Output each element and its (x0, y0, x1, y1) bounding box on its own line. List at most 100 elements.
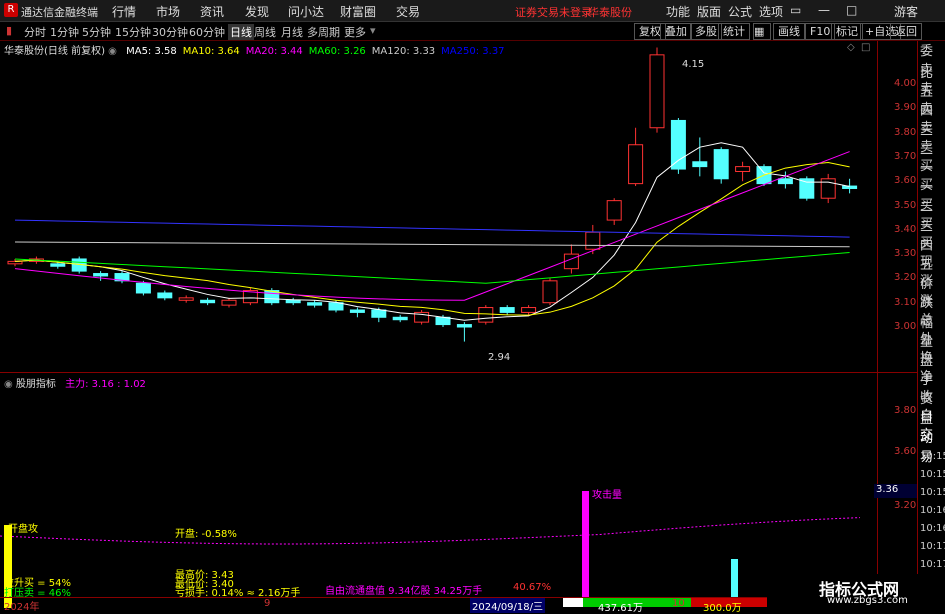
candle-body (307, 302, 323, 306)
menu-ask[interactable]: 问小达 (288, 3, 324, 20)
app-title: 通达信金融终端 (21, 6, 98, 19)
overlay-button[interactable]: 叠加 (660, 23, 692, 40)
candle-body (585, 231, 601, 250)
chart-title: 华泰股份(日线 前复权) (4, 46, 105, 57)
draw-line-button[interactable]: 画线 (773, 23, 805, 40)
candle-body (521, 307, 537, 313)
candle-body (735, 166, 751, 172)
candle-body (456, 324, 472, 328)
candles-layer (7, 47, 858, 342)
watermark-url: www.zbgs3.com (827, 595, 908, 606)
candle-body (628, 144, 644, 185)
user-label[interactable]: 游客 (894, 3, 918, 20)
period-toolbar: 分时 1分钟 5分钟 15分钟 30分钟 60分钟 日线 周线 月线 多周期 更… (0, 22, 945, 41)
menu-trade[interactable]: 交易 (396, 3, 420, 20)
menu-news[interactable]: 资讯 (200, 3, 224, 20)
restore-icon[interactable]: — (818, 3, 830, 17)
candle-body (478, 307, 494, 323)
candle-body (221, 299, 237, 306)
menu-market[interactable]: 市场 (156, 3, 180, 20)
menu-options[interactable]: 选项 (759, 3, 783, 20)
candle-body (178, 297, 194, 301)
price-axis-tick: 3.40 (894, 223, 917, 235)
candle-body (542, 280, 558, 304)
period-tab-more[interactable]: 更多 (344, 24, 366, 40)
date-axis-oct: 10 (672, 598, 685, 609)
kline-chart[interactable] (0, 41, 877, 609)
period-tab-15min[interactable]: 15分钟 (115, 24, 151, 40)
price-axis-tick: 3.20 (894, 272, 917, 284)
grid-icon[interactable]: ▦ (753, 23, 771, 40)
candle-body (563, 253, 579, 270)
indicator-line (0, 517, 861, 545)
date-axis-year: 2024年 (4, 602, 40, 613)
price-axis-tick: 4.00 (894, 78, 917, 89)
candle-body (777, 178, 793, 185)
back-button[interactable]: 返回 (890, 23, 922, 40)
period-tab-5min[interactable]: 5分钟 (82, 24, 111, 40)
indicator-cursor-value: 3.36 (874, 484, 917, 498)
volume-bar-small (731, 559, 738, 597)
ma120-line (14, 241, 850, 248)
period-tab-weekly[interactable]: 周线 (254, 24, 276, 40)
maximize-icon[interactable]: □ (846, 3, 857, 17)
menu-wealth[interactable]: 财富圈 (340, 3, 376, 20)
price-axis-tick: 3.10 (894, 296, 917, 308)
ma60-line (14, 251, 850, 284)
ma-legend-item: MA5: 3.58 (126, 46, 177, 57)
minimize-icon[interactable]: ▭ (790, 3, 801, 17)
float-share-ticker: 自由流通盘值 9.34亿股 34.25万手 (325, 586, 483, 597)
menu-discover[interactable]: 发现 (245, 3, 269, 20)
candle-body (50, 263, 66, 267)
price-axis-tick: 3.30 (894, 248, 917, 260)
more-dropdown-icon[interactable]: ▾ (370, 24, 376, 37)
trade-login-notice[interactable]: 证券交易未登录 (515, 4, 592, 20)
date-axis-sep: 9 (264, 598, 271, 609)
title-bar: R 通达信金融终端 行情 市场 资讯 发现 问小达 财富圈 交易 证券交易未登录… (0, 0, 945, 22)
attack-volume-bar (582, 491, 589, 597)
candle-body (157, 292, 173, 299)
candle-body (371, 309, 387, 318)
date-axis-cursor: 2024/09/18/三 (470, 598, 546, 613)
settings-icon[interactable]: ◉ (108, 46, 117, 57)
pane-separator (0, 372, 917, 373)
menu-formula[interactable]: 公式 (728, 3, 752, 20)
price-axis: 4.00 3.90 3.80 3.70 3.60 3.50 3.40 3.30 3.20 3.10… (877, 41, 917, 609)
price-axis-tick: 3.70 (894, 150, 917, 162)
menu-function[interactable]: 功能 (666, 3, 690, 20)
period-tab-timeshare[interactable]: 分时 (24, 24, 46, 40)
candle-body (670, 119, 686, 170)
period-tab-daily[interactable]: 日线 (228, 24, 254, 40)
attack-volume-label: 攻击量 (592, 490, 622, 501)
period-tab-monthly[interactable]: 月线 (281, 24, 303, 40)
indicator-axis-tick: 3.80 (894, 405, 917, 416)
indicator-title: 股朋指标 (15, 379, 56, 390)
expand-icon[interactable]: ◇ (847, 42, 855, 53)
candle-body (328, 302, 344, 311)
price-axis-tick: 3.90 (894, 102, 917, 114)
price-axis-tick: 3.80 (894, 126, 917, 138)
price-axis-tick: 3.00 (894, 321, 917, 332)
ma-legend-item: MA10: 3.64 (182, 46, 240, 57)
candle-body (200, 299, 216, 304)
period-tab-60min[interactable]: 60分钟 (189, 24, 225, 40)
candle-body (349, 309, 365, 313)
indicator-main-value: 主力: 3.16 : 1.02 (65, 379, 146, 390)
volume-bar-white (563, 597, 583, 607)
pin-icon[interactable]: ▮ (6, 24, 12, 37)
stats-button[interactable]: 统计 (718, 23, 750, 40)
menu-layout[interactable]: 版面 (697, 3, 721, 20)
indicator-axis-tick: 3.20 (894, 500, 917, 511)
menu-quotes[interactable]: 行情 (112, 3, 136, 20)
period-tab-30min[interactable]: 30分钟 (152, 24, 188, 40)
indicator-settings-icon[interactable]: ◉ (4, 379, 13, 390)
mark-button[interactable]: 标记 (831, 23, 863, 40)
pct-value: 40.67% (513, 582, 552, 593)
volume-value-2: 300.0万 (703, 603, 742, 614)
candle-body (7, 260, 23, 265)
period-tab-1min[interactable]: 1分钟 (50, 24, 79, 40)
candle-body (93, 273, 109, 277)
candle-body (392, 316, 408, 321)
close-icon[interactable]: □ (861, 42, 870, 53)
period-tab-multi[interactable]: 多周期 (307, 24, 340, 40)
